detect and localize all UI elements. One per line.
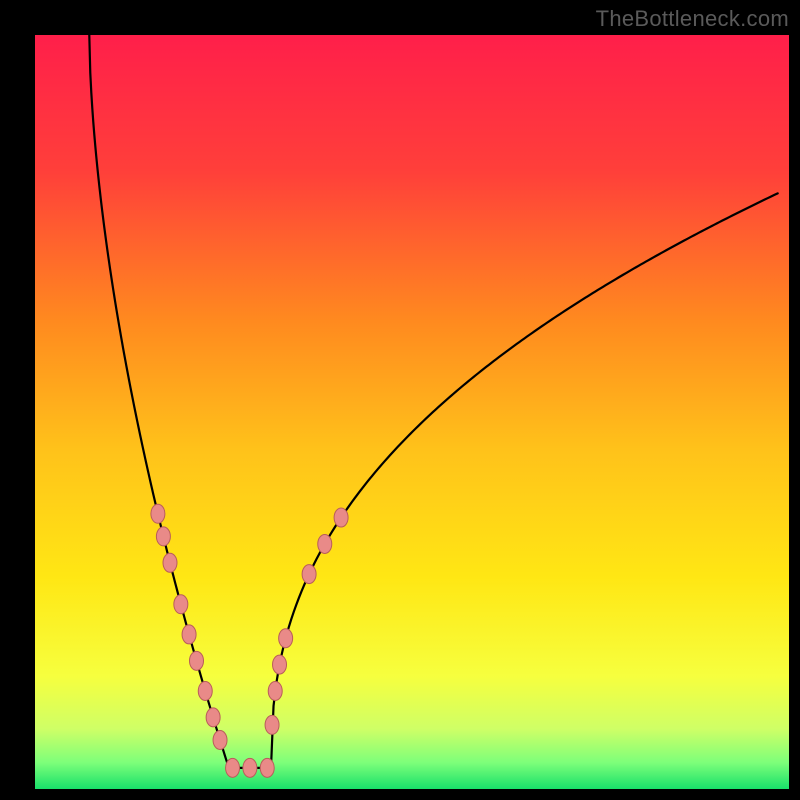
curve-marker [279, 629, 293, 648]
curve-marker [206, 708, 220, 727]
plot-svg [35, 35, 789, 789]
curve-marker [174, 595, 188, 614]
curve-marker [243, 758, 257, 777]
plot-area [35, 35, 789, 789]
curve-marker [273, 655, 287, 674]
curve-marker [213, 730, 227, 749]
curve-marker [198, 681, 212, 700]
watermark-text: TheBottleneck.com [596, 6, 789, 32]
curve-marker [151, 504, 165, 523]
curve-marker [302, 565, 316, 584]
curve-marker [226, 758, 240, 777]
curve-marker [156, 527, 170, 546]
curve-marker [268, 681, 282, 700]
curve-marker [163, 553, 177, 572]
curve-marker [260, 758, 274, 777]
curve-marker [334, 508, 348, 527]
gradient-bg [35, 35, 789, 789]
curve-marker [190, 651, 204, 670]
curve-marker [318, 534, 332, 553]
curve-marker [265, 715, 279, 734]
curve-marker [182, 625, 196, 644]
